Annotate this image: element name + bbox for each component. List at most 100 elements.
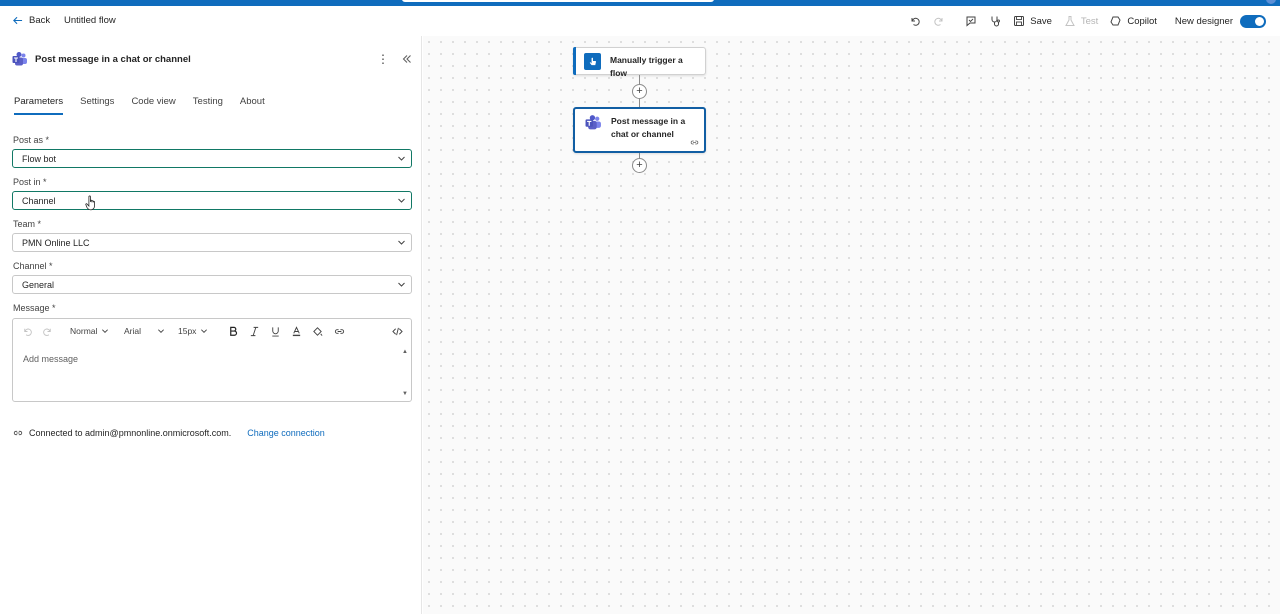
redo-button[interactable] — [927, 11, 951, 31]
highlight-button[interactable] — [312, 325, 323, 337]
italic-button[interactable] — [249, 325, 260, 337]
chevron-down-icon — [201, 329, 208, 333]
tab-about[interactable]: About — [240, 96, 265, 115]
post-in-dropdown[interactable]: Channel — [12, 191, 412, 210]
font-size-select[interactable]: 15px — [178, 325, 208, 337]
chevron-down-icon — [398, 282, 405, 287]
underline-button[interactable] — [270, 325, 281, 337]
scroll-up-icon[interactable]: ▲ — [402, 349, 408, 355]
manual-trigger-icon — [584, 53, 601, 70]
link-icon — [334, 328, 345, 334]
font-select[interactable]: Arial — [124, 325, 165, 337]
add-action-button[interactable]: + — [632, 84, 647, 99]
undo-button[interactable] — [903, 11, 927, 31]
back-label: Back — [29, 15, 51, 26]
link-icon — [690, 140, 699, 145]
change-connection-link[interactable]: Change connection — [247, 428, 325, 438]
team-value: PMN Online LLC — [22, 237, 90, 248]
connector-line — [639, 99, 640, 107]
arrow-left-icon — [13, 16, 23, 25]
action-details-panel: Post message in a chat or channel ⋮ Para… — [0, 36, 422, 614]
bold-button[interactable] — [228, 325, 239, 337]
mouse-cursor-icon — [85, 195, 95, 211]
flow-name[interactable]: Untitled flow — [64, 15, 116, 26]
scroll-down-icon[interactable]: ▼ — [402, 391, 408, 397]
tab-code-view[interactable]: Code view — [131, 96, 175, 115]
command-bar: Back Untitled flow Save Test Copilot New… — [0, 6, 1280, 36]
panel-title: Post message in a chat or channel — [35, 53, 191, 65]
italic-icon — [250, 326, 259, 336]
tab-settings[interactable]: Settings — [80, 96, 114, 115]
copilot-icon — [1110, 16, 1121, 26]
font-color-button[interactable] — [291, 325, 302, 337]
new-designer-label: New designer — [1174, 15, 1233, 27]
connection-info: Connected to admin@pmnonline.onmicrosoft… — [13, 428, 325, 438]
redo-icon — [934, 17, 943, 26]
code-icon — [392, 327, 403, 335]
underline-icon — [272, 326, 279, 337]
more-options-icon[interactable]: ⋮ — [376, 52, 390, 66]
copilot-button[interactable]: Copilot — [1104, 11, 1163, 31]
search-box[interactable] — [402, 0, 714, 2]
editor-toolbar: Normal Arial 15px — [13, 319, 411, 343]
post-as-value: Flow bot — [22, 153, 57, 164]
save-button[interactable]: Save — [1007, 11, 1058, 31]
trigger-accent-bar — [573, 47, 576, 75]
paragraph-style-select[interactable]: Normal — [70, 325, 109, 337]
font-value: Arial — [124, 326, 142, 336]
editor-undo-button[interactable] — [22, 325, 33, 337]
back-button[interactable]: Back — [12, 15, 50, 26]
save-icon — [1014, 16, 1025, 26]
team-label: Team * — [13, 219, 42, 229]
channel-value: General — [22, 279, 55, 290]
avatar[interactable] — [1266, 0, 1276, 4]
panel-tabs: Parameters Settings Code view Testing Ab… — [14, 96, 265, 115]
flow-checker-button[interactable] — [983, 11, 1007, 31]
tab-parameters[interactable]: Parameters — [14, 96, 64, 115]
new-designer-toggle[interactable]: New designer — [1169, 11, 1272, 31]
test-label: Test — [1080, 15, 1099, 27]
undo-icon — [911, 17, 920, 26]
trigger-node[interactable]: Manually trigger a flow — [573, 47, 706, 78]
font-size-value: 15px — [178, 326, 197, 336]
collapse-panel-icon[interactable] — [400, 52, 414, 66]
post-in-value: Channel — [22, 195, 56, 206]
beaker-icon — [1065, 16, 1075, 26]
tab-testing[interactable]: Testing — [193, 96, 223, 115]
channel-label: Channel * — [13, 261, 53, 271]
paragraph-style-value: Normal — [70, 326, 98, 336]
undo-icon — [24, 328, 32, 336]
chevron-down-icon — [398, 240, 405, 245]
panel-header: Post message in a chat or channel ⋮ — [12, 50, 416, 68]
post-as-dropdown[interactable]: Flow bot — [12, 149, 412, 168]
post-message-node[interactable]: Post message in a chat or channel — [573, 107, 706, 153]
message-editor[interactable]: Normal Arial 15px Add message ▲ ▼ — [12, 318, 412, 402]
bold-icon — [230, 326, 238, 336]
teams-icon — [585, 114, 602, 131]
test-button[interactable]: Test — [1058, 11, 1104, 31]
connection-icon — [13, 430, 23, 436]
chevron-down-icon — [158, 329, 164, 333]
flow-canvas[interactable]: Manually trigger a flow + Post message i… — [423, 36, 1280, 614]
save-label: Save — [1030, 15, 1052, 27]
message-label: Message * — [13, 303, 56, 313]
code-view-button[interactable] — [392, 325, 403, 337]
connection-text: Connected to admin@pmnonline.onmicrosoft… — [29, 428, 232, 438]
post-in-label: Post in * — [13, 177, 47, 187]
redo-icon — [43, 328, 51, 336]
chevron-down-icon — [398, 198, 405, 203]
copilot-label: Copilot — [1127, 15, 1157, 27]
comments-button[interactable] — [959, 11, 983, 31]
font-color-icon — [292, 325, 301, 336]
add-action-button[interactable]: + — [632, 158, 647, 173]
editor-redo-button[interactable] — [42, 325, 53, 337]
message-placeholder: Add message — [23, 354, 79, 364]
team-dropdown[interactable]: PMN Online LLC — [12, 233, 412, 252]
channel-dropdown[interactable]: General — [12, 275, 412, 294]
stethoscope-icon — [991, 16, 1001, 27]
post-as-label: Post as * — [13, 135, 50, 145]
trigger-node-title: Manually trigger a flow — [610, 55, 683, 78]
toggle-switch[interactable] — [1240, 14, 1266, 28]
insert-link-button[interactable] — [334, 325, 345, 337]
highlighter-icon — [313, 326, 323, 336]
